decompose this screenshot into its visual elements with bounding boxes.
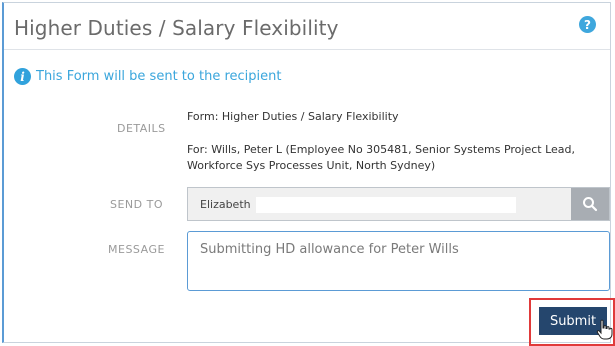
send-to-label: SEND TO xyxy=(110,198,164,211)
search-icon xyxy=(583,197,598,212)
message-textarea[interactable]: Submitting HD allowance for Peter Wills xyxy=(187,231,610,291)
notice-text: This Form will be sent to the recipient xyxy=(36,69,282,84)
info-notice: i This Form will be sent to the recipien… xyxy=(14,68,281,85)
message-label: MESSAGE xyxy=(108,243,165,256)
hand-cursor-icon xyxy=(596,319,613,340)
redacted-area xyxy=(256,197,516,213)
details-form-line: Form: Higher Duties / Salary Flexibility xyxy=(187,110,399,123)
details-for-line-1: For: Wills, Peter L (Employee No 305481,… xyxy=(187,143,575,156)
dialog-header: Higher Duties / Salary Flexibility ? xyxy=(4,3,610,50)
help-icon[interactable]: ? xyxy=(579,16,596,33)
details-for-line-2: Workforce Sys Processes Unit, North Sydn… xyxy=(187,159,436,172)
page-title: Higher Duties / Salary Flexibility xyxy=(14,16,339,40)
info-icon: i xyxy=(14,68,31,85)
form-dialog: Higher Duties / Salary Flexibility ? i T… xyxy=(2,2,615,346)
details-label: DETAILS xyxy=(117,122,166,135)
send-to-value: Elizabeth xyxy=(200,198,251,211)
search-button[interactable] xyxy=(571,188,609,220)
send-to-field[interactable]: Elizabeth xyxy=(187,187,610,221)
